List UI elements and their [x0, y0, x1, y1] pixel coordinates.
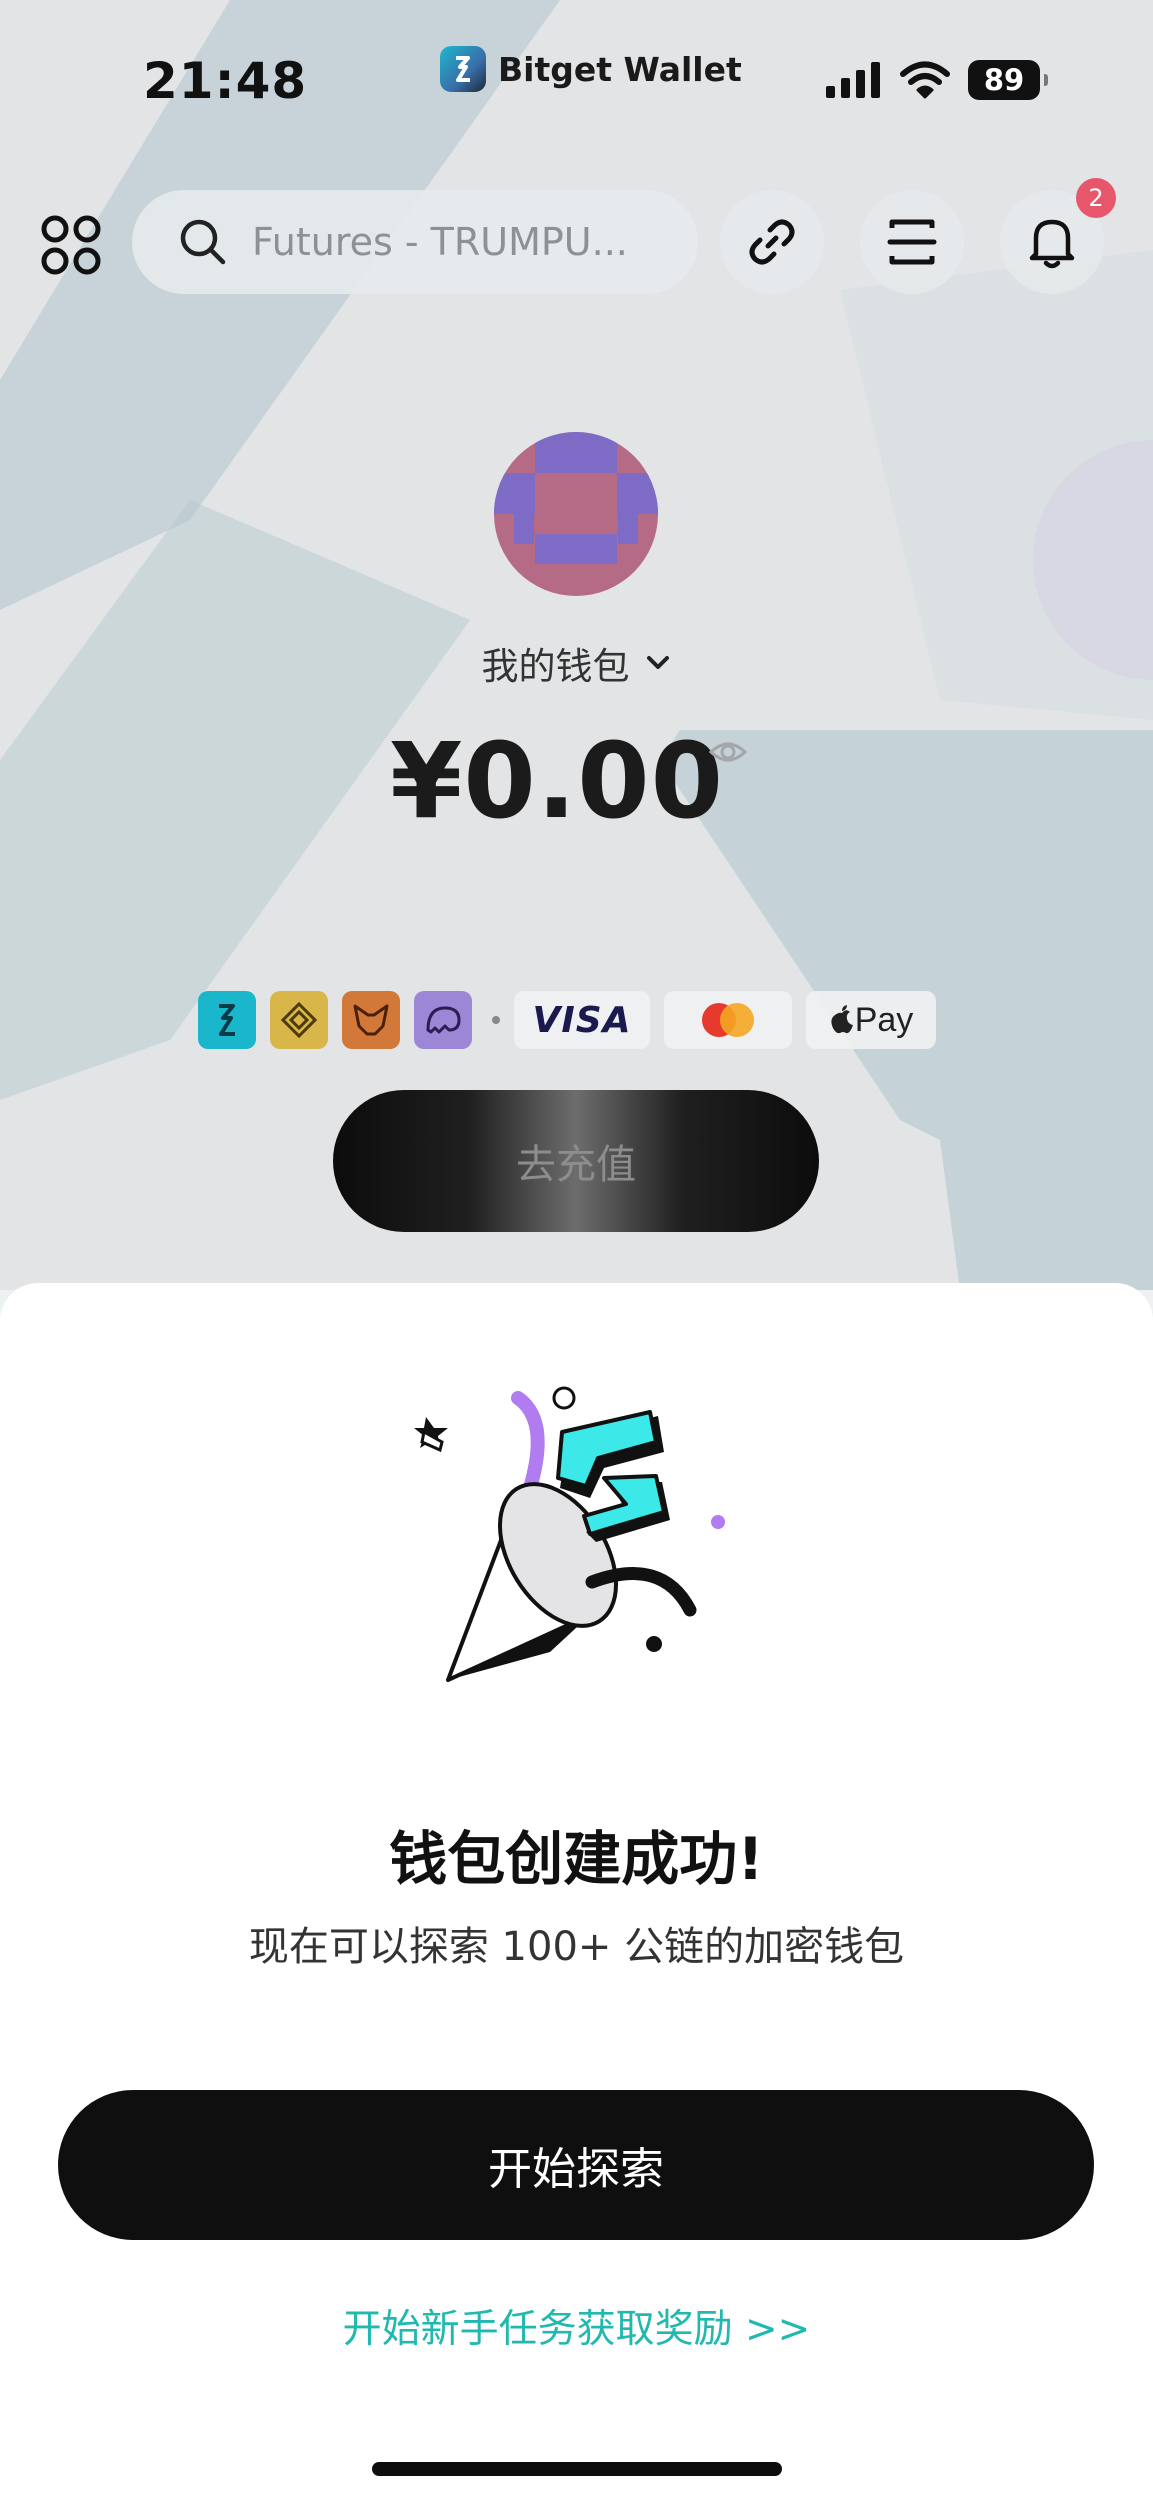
- metamask-icon: [342, 991, 400, 1049]
- link-button[interactable]: [720, 190, 824, 294]
- app-name: Bitget Wallet: [498, 49, 742, 89]
- status-icons: 89: [826, 60, 1048, 100]
- start-explore-label: 开始探索: [488, 2145, 664, 2194]
- link-icon: [749, 219, 795, 265]
- bitget-wallet-icon: [198, 991, 256, 1049]
- wallet-selector[interactable]: 我的钱包: [0, 636, 1153, 690]
- bitget-wallet-logo-icon: [440, 46, 486, 92]
- newbie-task-reward-link[interactable]: 开始新手任务获取奖励 >>: [0, 2298, 1153, 2354]
- notification-count-badge: 2: [1076, 178, 1116, 218]
- bell-icon: [1029, 219, 1075, 269]
- eye-icon[interactable]: [708, 732, 748, 772]
- search-placeholder: Futures - TRUMPU...: [252, 220, 628, 264]
- wallet-balance: ¥0.00: [390, 720, 724, 842]
- battery-icon: 89: [968, 60, 1048, 100]
- phantom-icon: [414, 991, 472, 1049]
- apple-pay-label: Pay: [854, 1000, 914, 1039]
- wifi-icon: [900, 61, 950, 99]
- home-indicator[interactable]: [372, 2462, 782, 2476]
- sheet-subtitle: 现在可以探索 100+ 公链的加密钱包: [248, 1924, 905, 1970]
- apps-grid-icon[interactable]: [40, 214, 102, 276]
- separator-dot: [492, 1016, 500, 1024]
- sheet-title: 钱包创建成功!: [389, 1825, 764, 1893]
- visa-card: VISA: [514, 991, 650, 1049]
- status-time: 21:48: [143, 52, 308, 110]
- scan-icon: [887, 219, 937, 265]
- celebration-party-popper-icon: [414, 1386, 725, 1682]
- wallet-name: 我的钱包: [481, 645, 630, 688]
- app-brand: Bitget Wallet: [440, 44, 742, 94]
- cellular-signal-icon: [826, 62, 880, 98]
- payment-methods-row: VISA Pay: [198, 990, 950, 1050]
- topup-button[interactable]: 去充值: [333, 1090, 819, 1232]
- avatar-pixel-image: [494, 432, 658, 596]
- search-bar[interactable]: Futures - TRUMPU...: [132, 190, 698, 294]
- scan-button[interactable]: [860, 190, 964, 294]
- mastercard-card: [664, 991, 792, 1049]
- binance-icon: [270, 991, 328, 1049]
- search-icon: [180, 219, 226, 265]
- apple-pay-card: Pay: [806, 991, 936, 1049]
- visa-label: VISA: [532, 999, 632, 1041]
- wallet-avatar[interactable]: [494, 432, 658, 596]
- start-explore-button[interactable]: 开始探索: [58, 2090, 1094, 2240]
- apple-icon: [831, 1005, 853, 1034]
- mastercard-icon: [702, 1003, 754, 1037]
- chevron-down-icon: [646, 656, 669, 669]
- topup-button-label: 去充值: [516, 1143, 636, 1187]
